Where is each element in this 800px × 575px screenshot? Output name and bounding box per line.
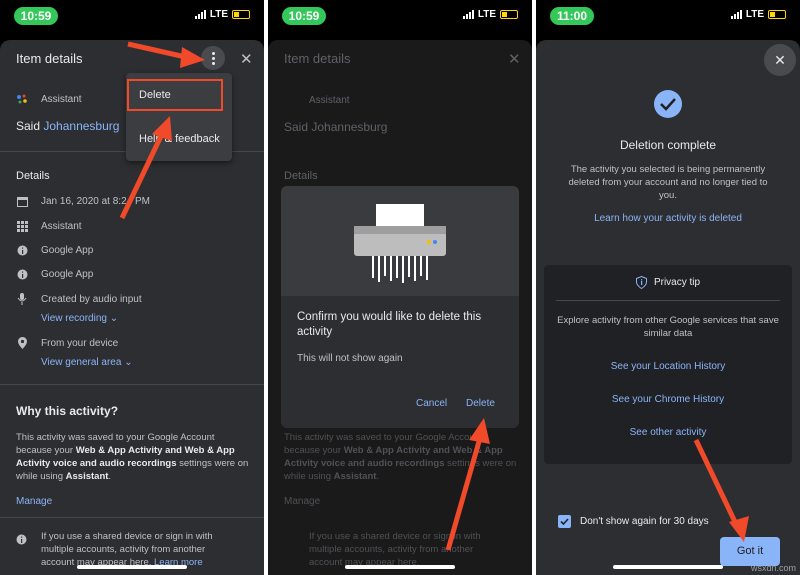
got-it-button[interactable]: Got it <box>720 537 780 566</box>
cancel-button[interactable]: Cancel <box>416 398 447 409</box>
privacy-tip-body: Explore activity from other Google servi… <box>557 315 779 339</box>
info-icon <box>16 244 28 256</box>
phone-screen-deletion-complete: 11:00 LTE ✕ Deletion complete The activi… <box>536 0 800 575</box>
grid-icon <box>16 220 28 232</box>
delete-button[interactable]: Delete <box>466 398 495 409</box>
sheet-title: Item details <box>16 51 83 66</box>
home-indicator <box>345 565 455 569</box>
manage-link[interactable]: Manage <box>16 496 52 507</box>
status-bar: 10:59 LTE <box>268 0 532 34</box>
why-heading: Why this activity? <box>16 404 119 418</box>
manage-link: Manage <box>284 496 321 507</box>
view-general-area-link[interactable]: View general area ⌄ <box>41 357 133 368</box>
highlight-box <box>127 79 223 111</box>
other-activity-link[interactable]: See other activity <box>544 427 792 438</box>
network-label: LTE <box>745 9 764 20</box>
info-icon <box>16 268 28 280</box>
location-pin-icon <box>16 337 28 349</box>
said-query: Said Johannesburg <box>284 120 388 134</box>
overflow-menu: Delete Help & feedback <box>126 73 232 161</box>
app-name-2: Google App <box>41 268 94 280</box>
details-heading: Details <box>16 170 50 182</box>
battery-icon <box>500 10 518 19</box>
battery-icon <box>768 10 786 19</box>
source-row: Assistant <box>16 93 82 105</box>
shield-icon <box>635 276 647 289</box>
learn-deletion-link[interactable]: Learn how your activity is deleted <box>536 213 800 224</box>
chrome-history-link[interactable]: See your Chrome History <box>544 394 792 405</box>
dialog-title: Confirm you would like to delete this ac… <box>297 311 482 338</box>
privacy-tip-card: Privacy tip Explore activity from other … <box>544 265 792 464</box>
close-icon: ✕ <box>508 51 521 68</box>
signal-icon <box>730 10 742 19</box>
home-indicator <box>613 565 723 569</box>
shredder-illustration <box>281 186 519 296</box>
chevron-down-icon: ⌄ <box>124 357 133 368</box>
deletion-body: The activity you selected is being perma… <box>568 164 768 201</box>
status-time: 11:00 <box>550 7 594 25</box>
phone-screen-item-details: 10:59 LTE Item details ✕ Assistant Said … <box>0 0 264 575</box>
checkbox-label: Don't show again for 30 days <box>580 516 709 527</box>
deletion-heading: Deletion complete <box>619 138 717 152</box>
deletion-complete-sheet: ✕ Deletion complete The activity you sel… <box>536 40 800 575</box>
more-options-icon[interactable] <box>201 46 225 70</box>
status-time: 10:59 <box>282 7 326 25</box>
network-label: LTE <box>477 9 496 20</box>
dialog-subtitle: This will not show again <box>297 353 403 364</box>
status-time: 10:59 <box>14 7 58 25</box>
shared-device-note: If you use a shared device or sign in wi… <box>41 531 213 568</box>
check-circle-icon <box>653 89 683 124</box>
confirm-delete-dialog: Confirm you would like to delete this ac… <box>281 186 519 428</box>
divider <box>0 384 264 385</box>
status-bar: 11:00 LTE <box>536 0 800 34</box>
privacy-tip-header: Privacy tip <box>544 276 792 289</box>
device-source: From your device <box>41 337 119 349</box>
battery-icon <box>232 10 250 19</box>
assistant-icon <box>16 93 28 105</box>
input-type: Created by audio input <box>41 293 142 305</box>
close-icon[interactable]: ✕ <box>240 50 253 68</box>
calendar-icon <box>16 195 28 207</box>
phone-screen-confirm-delete: 10:59 LTE Item details ✕ Assistant Said … <box>268 0 532 575</box>
signal-icon <box>462 10 474 19</box>
view-recording-link[interactable]: View recording ⌄ <box>41 313 118 324</box>
divider <box>556 300 780 301</box>
info-icon <box>16 532 27 550</box>
why-explanation: This activity was saved to your Google A… <box>284 432 517 482</box>
shared-device-note: If you use a shared device or sign in wi… <box>309 531 481 568</box>
said-query: Said Johannesburg <box>16 119 120 133</box>
menu-item-help-feedback[interactable]: Help & feedback <box>126 133 232 145</box>
query-link[interactable]: Johannesburg <box>43 119 119 133</box>
microphone-icon <box>16 293 28 305</box>
divider <box>0 517 264 518</box>
details-heading: Details <box>284 170 318 182</box>
sheet-title: Item details <box>284 51 351 66</box>
home-indicator <box>77 565 187 569</box>
status-bar: 10:59 LTE <box>0 0 264 34</box>
location-history-link[interactable]: See your Location History <box>544 361 792 372</box>
network-label: LTE <box>209 9 228 20</box>
product-name: Assistant <box>41 220 82 232</box>
source-label: Assistant <box>309 95 350 106</box>
app-name-1: Google App <box>41 244 94 256</box>
why-explanation: This activity was saved to your Google A… <box>16 432 249 482</box>
close-icon[interactable]: ✕ <box>764 44 796 76</box>
dont-show-checkbox[interactable] <box>558 515 571 528</box>
activity-date: Jan 16, 2020 at 8:24 PM <box>41 195 150 207</box>
signal-icon <box>194 10 206 19</box>
watermark: wsxdn.com <box>750 563 796 573</box>
chevron-down-icon: ⌄ <box>109 313 119 324</box>
